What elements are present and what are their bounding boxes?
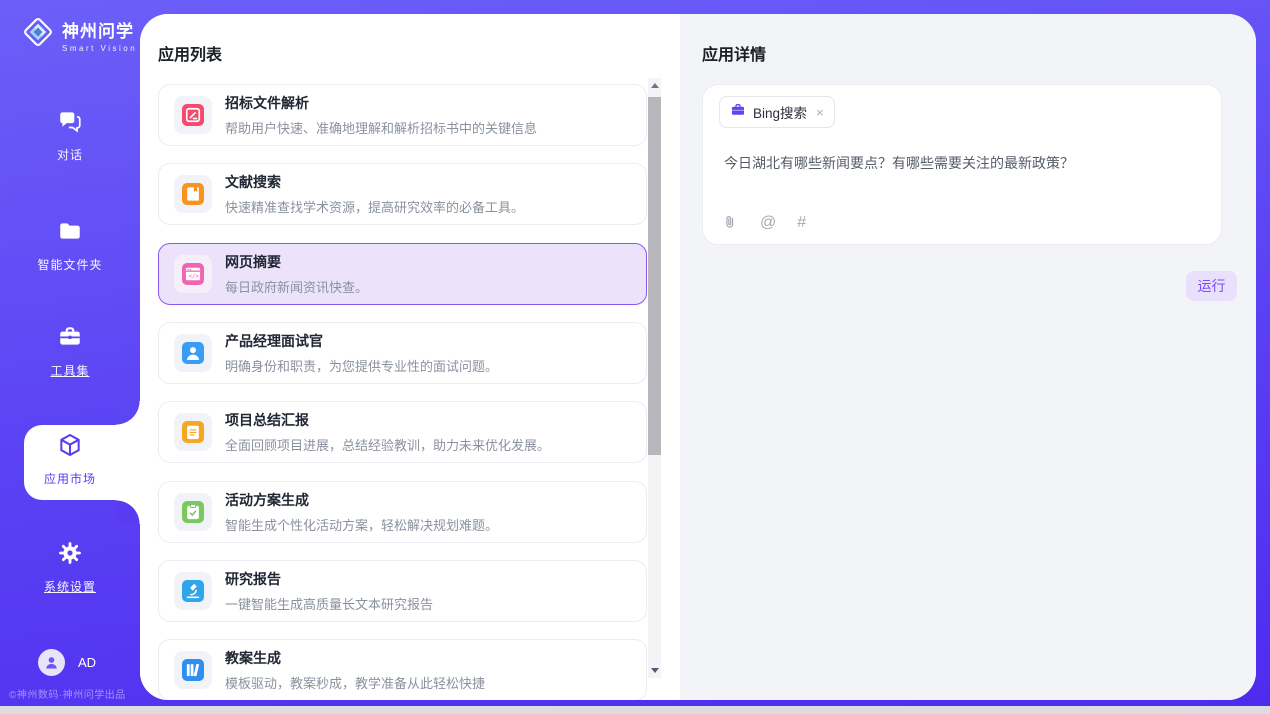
user-account[interactable]: AD [38,649,96,676]
brand-subtitle: Smart Vision [62,44,137,53]
app-detail-title: 应用详情 [702,41,766,65]
sidebar-item-label: 对话 [57,146,83,163]
interviewer-icon [174,334,212,372]
notepad-icon [174,413,212,451]
prompt-input[interactable]: 今日湖北有哪些新闻要点？有哪些需要关注的最新政策？ [724,153,1194,173]
cube-icon [57,432,83,463]
sidebar-item-label: 智能文件夹 [37,256,102,273]
bid-doc-icon [174,96,212,134]
plan-check-icon [174,493,212,531]
app-window: 神州问学 Smart Vision 对话智能文件夹工具集应用市场系统设置 AD … [0,0,1270,714]
app-card-title: 教案生成 [225,648,485,668]
chip-close-icon[interactable]: × [816,105,824,120]
app-card-desc: 智能生成个性化活动方案，轻松解决规划难题。 [225,515,498,534]
app-card-title: 网页摘要 [225,252,368,272]
app-card-title: 产品经理面试官 [225,331,498,351]
brand-logo: 神州问学 Smart Vision [20,14,137,55]
app-card-title: 文献搜索 [225,172,524,192]
tool-chip[interactable]: Bing搜索 × [719,96,835,128]
app-card-title: 活动方案生成 [225,490,498,510]
app-card-文献搜索[interactable]: 文献搜索快速精准查找学术资源，提高研究效率的必备工具。 [158,163,647,225]
app-card-desc: 全面回顾项目进展，总结经验教训，助力未来优化发展。 [225,435,550,454]
brand-name: 神州问学 [62,17,137,42]
scroll-up-arrow-icon[interactable] [651,83,659,88]
scrollbar[interactable] [648,78,661,678]
app-card-研究报告[interactable]: 研究报告一键智能生成高质量长文本研究报告 [158,560,647,622]
sidebar-item-label: 应用市场 [44,470,96,487]
app-detail-panel: 应用详情 Bing搜索 × 今日湖北有哪些新闻要点？ [680,14,1256,700]
sidebar-item-label: 系统设置 [44,578,96,595]
sidebar-item-label: 工具集 [50,362,89,379]
browser-icon: </> [174,255,212,293]
window-frame: 神州问学 Smart Vision 对话智能文件夹工具集应用市场系统设置 AD … [0,0,1270,706]
attachment-icon[interactable] [722,214,739,231]
book-icon [174,175,212,213]
folder-icon [57,218,83,249]
hash-icon[interactable]: # [797,215,806,231]
app-card-desc: 模板驱动，教案秒成，教学准备从此轻松快捷 [225,673,485,692]
microscope-icon [174,572,212,610]
books-icon [174,651,212,689]
sidebar-item-工具集[interactable]: 工具集 [0,324,140,379]
sidebar-item-系统设置[interactable]: 系统设置 [0,540,140,595]
mention-icon[interactable]: @ [760,215,776,231]
app-card-活动方案生成[interactable]: 活动方案生成智能生成个性化活动方案，轻松解决规划难题。 [158,481,647,543]
user-initials: AD [78,655,96,670]
app-list-panel: 应用列表 招标文件解析帮助用户快速、准确地理解和解析招标书中的关键信息文献搜索快… [140,14,680,700]
app-card-desc: 每日政府新闻资讯快查。 [225,277,368,296]
briefcase-icon [730,102,746,123]
app-card-招标文件解析[interactable]: 招标文件解析帮助用户快速、准确地理解和解析招标书中的关键信息 [158,84,647,146]
main-content: 应用列表 招标文件解析帮助用户快速、准确地理解和解析招标书中的关键信息文献搜索快… [140,14,1256,700]
avatar[interactable] [38,649,65,676]
sidebar-item-对话[interactable]: 对话 [0,108,140,163]
app-card-desc: 明确身份和职责，为您提供专业性的面试问题。 [225,356,498,375]
copyright-text: ©神州数码·神州问学出品 [9,686,126,701]
app-card-desc: 帮助用户快速、准确地理解和解析招标书中的关键信息 [225,118,537,137]
app-card-教案生成[interactable]: 教案生成模板驱动，教案秒成，教学准备从此轻松快捷 [158,639,647,700]
prompt-toolbar: @ # [722,214,806,231]
app-card-title: 招标文件解析 [225,93,537,113]
gear-icon [57,540,83,571]
app-card-desc: 一键智能生成高质量长文本研究报告 [225,594,433,613]
chat-icon [57,108,83,139]
prompt-card: Bing搜索 × 今日湖北有哪些新闻要点？有哪些需要关注的最新政策？ @ # [702,84,1222,245]
app-card-desc: 快速精准查找学术资源，提高研究效率的必备工具。 [225,197,524,216]
sidebar-item-应用市场[interactable]: 应用市场 [0,432,140,487]
app-card-产品经理面试官[interactable]: 产品经理面试官明确身份和职责，为您提供专业性的面试问题。 [158,322,647,384]
app-card-title: 研究报告 [225,569,433,589]
tool-chip-label: Bing搜索 [753,102,807,122]
scrollbar-thumb[interactable] [648,97,661,455]
sidebar-item-智能文件夹[interactable]: 智能文件夹 [0,218,140,273]
app-card-网页摘要[interactable]: </> 网页摘要每日政府新闻资讯快查。 [158,243,647,305]
desktop-strip [0,706,1270,714]
run-button[interactable]: 运行 [1186,271,1237,301]
svg-text:</>: </> [189,273,200,279]
scroll-down-arrow-icon[interactable] [651,668,659,673]
toolbox-icon [57,324,83,355]
app-card-项目总结汇报[interactable]: 项目总结汇报全面回顾项目进展，总结经验教训，助力未来优化发展。 [158,401,647,463]
app-list-title: 应用列表 [158,41,222,65]
sidebar: 神州问学 Smart Vision 对话智能文件夹工具集应用市场系统设置 AD … [0,0,140,706]
app-card-title: 项目总结汇报 [225,410,550,430]
brand-logo-icon [20,14,56,55]
